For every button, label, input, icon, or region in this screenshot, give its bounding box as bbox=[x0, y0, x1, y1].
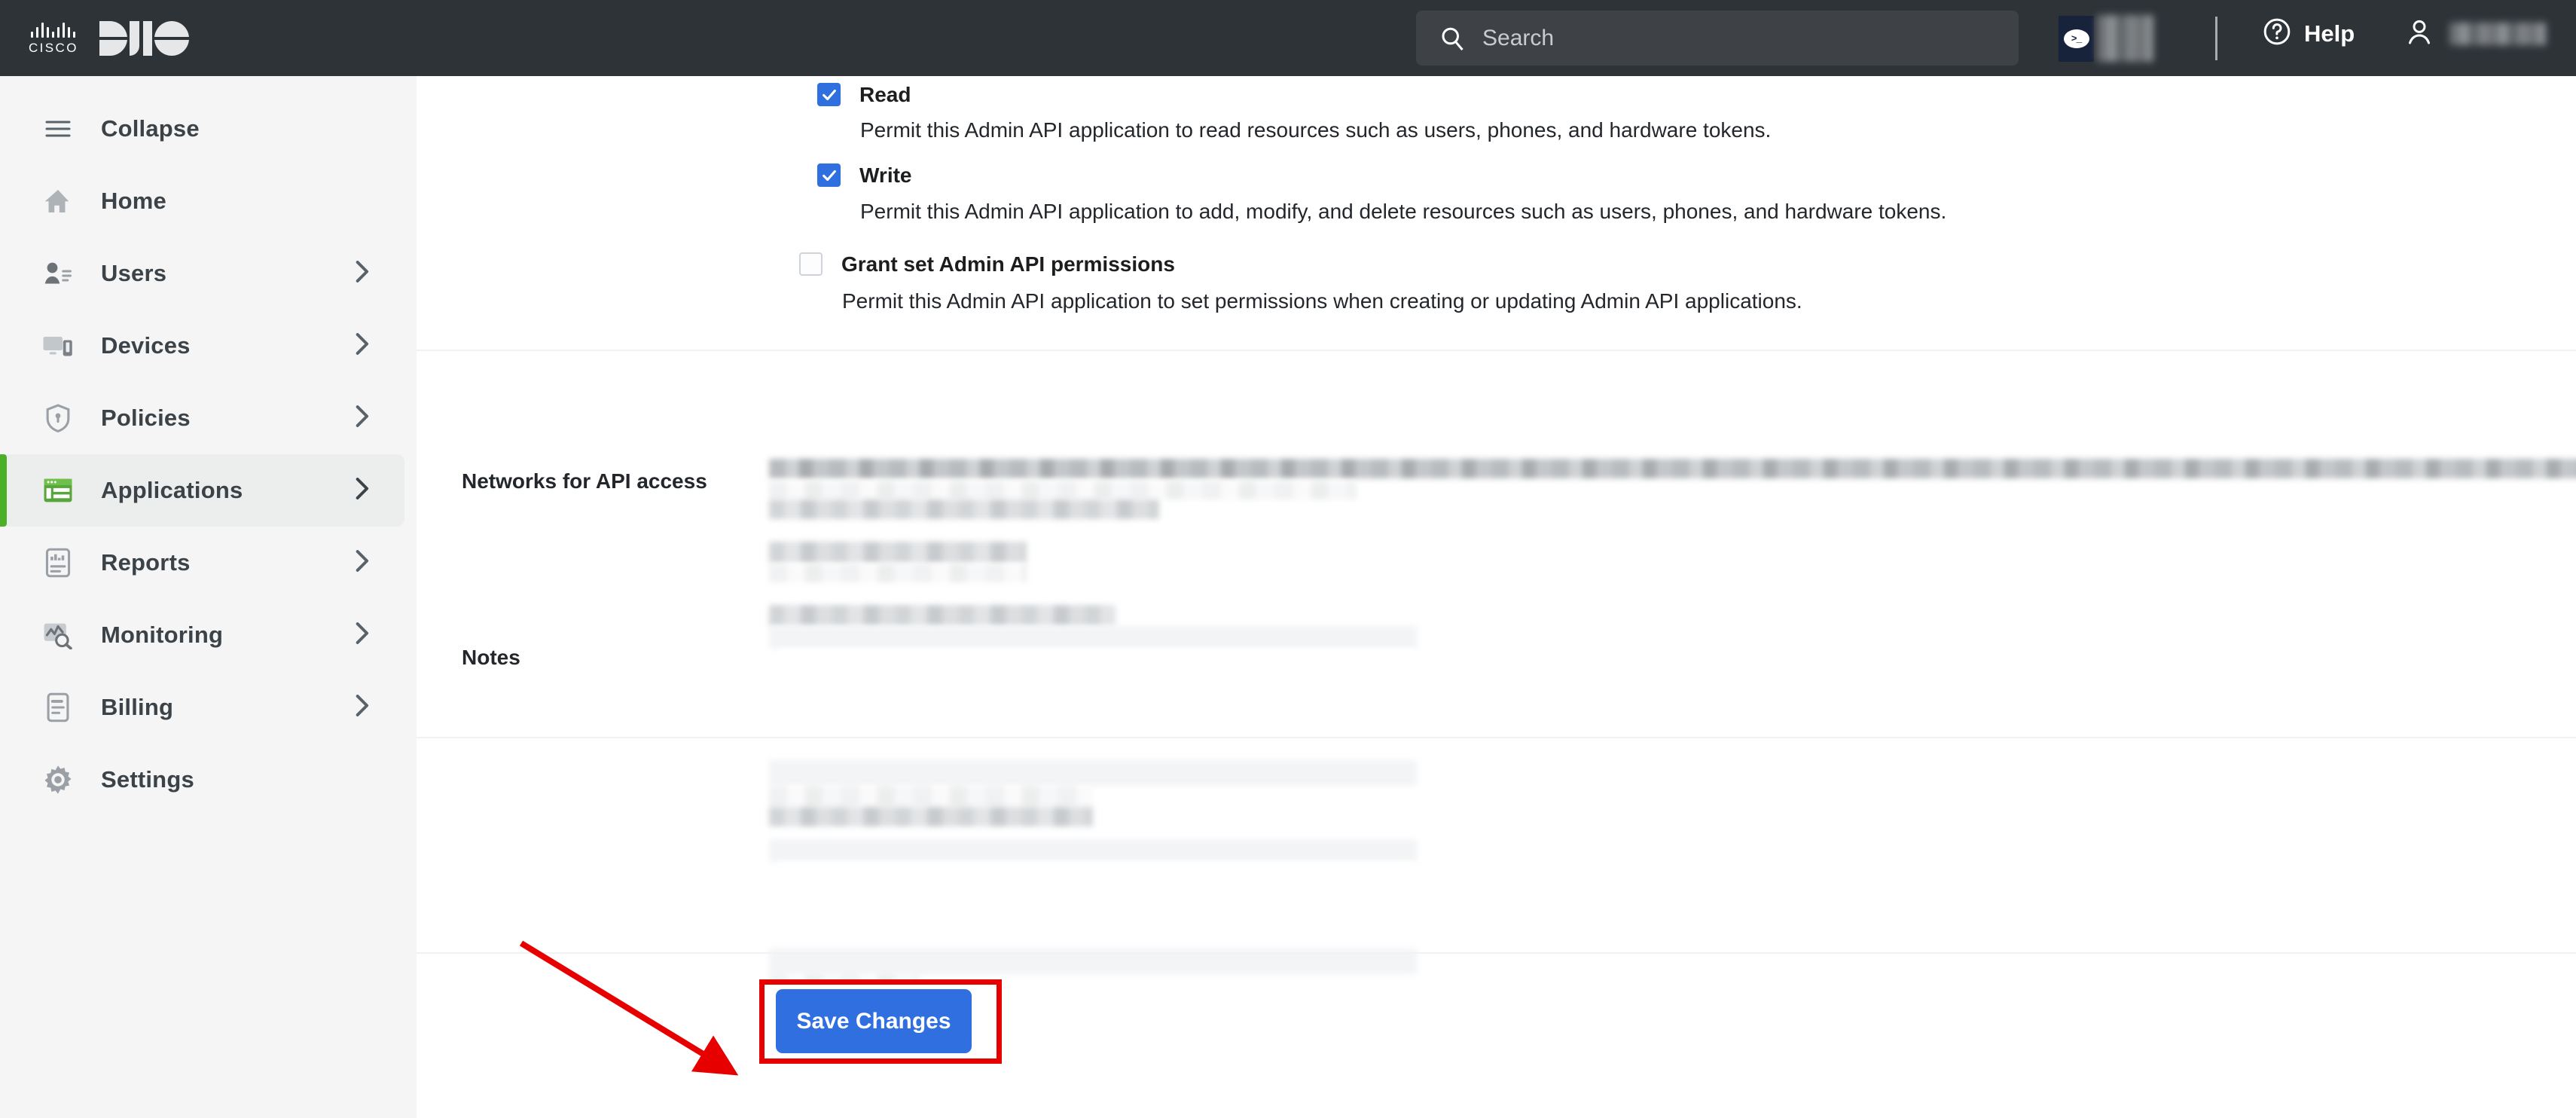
read-checkbox[interactable] bbox=[817, 83, 841, 106]
question-circle-icon bbox=[2262, 17, 2292, 50]
grant-set-permissions-checkbox[interactable] bbox=[799, 252, 823, 276]
grant-set-permissions-label: Grant set Admin API permissions bbox=[841, 252, 1175, 276]
org-switcher[interactable]: >_ bbox=[2059, 15, 2153, 62]
top-bar: CISCO Search >_ bbox=[0, 0, 2576, 76]
help-label: Help bbox=[2304, 20, 2355, 47]
chevron-right-icon bbox=[353, 549, 370, 577]
sidebar-item-devices[interactable]: Devices bbox=[0, 310, 417, 382]
cisco-logo: CISCO bbox=[29, 21, 78, 56]
sidebar-item-settings[interactable]: Settings bbox=[0, 744, 417, 816]
sidebar-item-label: Home bbox=[101, 188, 166, 215]
save-changes-button[interactable]: Save Changes bbox=[776, 989, 972, 1053]
chevron-right-icon bbox=[353, 332, 370, 360]
billing-icon bbox=[42, 692, 74, 723]
terminal-icon: >_ bbox=[2059, 16, 2094, 62]
chevron-right-icon bbox=[353, 477, 370, 505]
networks-field-label: Networks for API access bbox=[462, 469, 707, 493]
org-name-redacted bbox=[2097, 15, 2153, 62]
account-menu[interactable] bbox=[2404, 17, 2546, 50]
account-name-redacted bbox=[2449, 23, 2546, 45]
hamburger-icon bbox=[42, 113, 74, 145]
sidebar-item-label: Settings bbox=[101, 766, 194, 793]
chevron-right-icon bbox=[353, 260, 370, 288]
chevron-right-icon bbox=[353, 694, 370, 722]
sidebar-item-reports[interactable]: Reports bbox=[0, 527, 417, 599]
write-description: Permit this Admin API application to add… bbox=[860, 200, 1946, 224]
header-divider bbox=[2215, 17, 2217, 60]
chevron-right-icon bbox=[353, 405, 370, 432]
sidebar-item-users[interactable]: Users bbox=[0, 237, 417, 310]
sidebar-item-label: Reports bbox=[101, 549, 191, 576]
person-icon bbox=[2404, 17, 2434, 50]
permission-grant-row[interactable]: Grant set Admin API permissions bbox=[799, 252, 1175, 276]
duo-letter-d-icon bbox=[99, 21, 127, 56]
annotation-arrow bbox=[490, 927, 776, 1100]
permission-write-row[interactable]: Write bbox=[817, 163, 912, 187]
section-divider bbox=[417, 350, 2576, 351]
notes-field-label: Notes bbox=[462, 646, 520, 670]
sidebar-item-label: Applications bbox=[101, 477, 243, 504]
grant-set-permissions-description: Permit this Admin API application to set… bbox=[842, 289, 1802, 313]
sidebar-item-monitoring[interactable]: Monitoring bbox=[0, 599, 417, 671]
sidebar: Collapse Home Users bbox=[0, 76, 417, 1118]
duo-letter-o-icon bbox=[154, 21, 189, 56]
read-label: Read bbox=[859, 83, 911, 106]
shield-lock-icon bbox=[42, 402, 74, 434]
sidebar-item-label: Collapse bbox=[101, 115, 200, 142]
sidebar-item-label: Users bbox=[101, 260, 166, 287]
sidebar-item-collapse[interactable]: Collapse bbox=[0, 93, 417, 165]
sidebar-item-label: Billing bbox=[101, 694, 173, 721]
reports-icon bbox=[42, 547, 74, 579]
chevron-right-icon bbox=[353, 622, 370, 649]
applications-icon bbox=[42, 475, 74, 506]
section-divider bbox=[417, 737, 2576, 738]
home-icon bbox=[42, 185, 74, 217]
duo-letter-u-icon bbox=[130, 21, 152, 56]
permission-read-row[interactable]: Read bbox=[817, 83, 911, 106]
global-search[interactable]: Search bbox=[1416, 11, 2019, 66]
users-icon bbox=[42, 258, 74, 289]
sidebar-item-applications[interactable]: Applications bbox=[0, 454, 404, 527]
sidebar-item-billing[interactable]: Billing bbox=[0, 671, 417, 744]
sidebar-item-label: Devices bbox=[101, 332, 191, 359]
read-description: Permit this Admin API application to rea… bbox=[860, 118, 1771, 142]
write-label: Write bbox=[859, 163, 912, 187]
monitoring-icon bbox=[42, 619, 74, 651]
devices-icon bbox=[42, 330, 74, 362]
sidebar-item-label: Policies bbox=[101, 405, 191, 432]
search-input[interactable]: Search bbox=[1482, 26, 1554, 51]
search-icon bbox=[1439, 25, 1466, 52]
write-checkbox[interactable] bbox=[817, 163, 841, 187]
duo-logo bbox=[99, 21, 189, 56]
sidebar-item-policies[interactable]: Policies bbox=[0, 382, 417, 454]
sidebar-item-home[interactable]: Home bbox=[0, 165, 417, 237]
help-button[interactable]: Help bbox=[2262, 17, 2355, 50]
cisco-wordmark: CISCO bbox=[29, 41, 78, 56]
cisco-bars-icon bbox=[31, 21, 75, 38]
brand-area[interactable]: CISCO bbox=[0, 0, 417, 76]
sidebar-item-label: Monitoring bbox=[101, 622, 223, 649]
gear-icon bbox=[42, 764, 74, 796]
